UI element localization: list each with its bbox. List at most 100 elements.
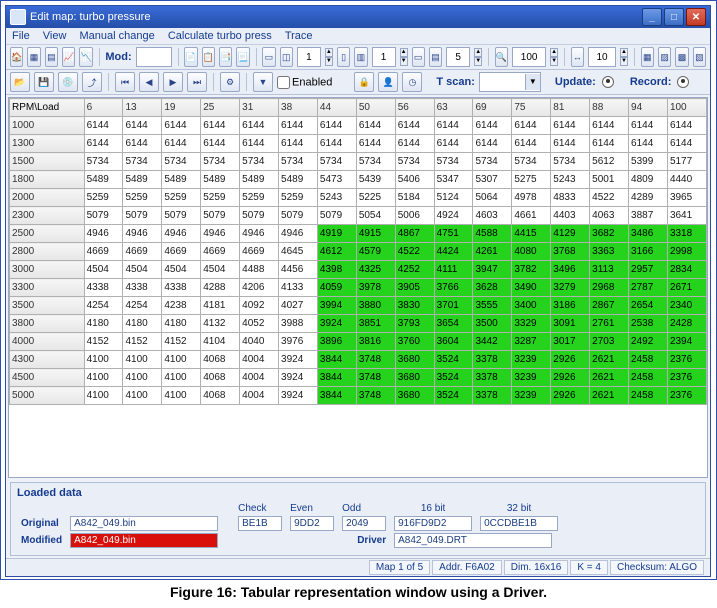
row-header[interactable]: 2300 (10, 207, 85, 225)
table-cell[interactable]: 2621 (590, 369, 629, 387)
table-cell[interactable]: 6144 (123, 135, 162, 153)
tool-clock-icon[interactable]: ◷ (402, 72, 422, 92)
table-cell[interactable]: 4052 (240, 315, 279, 333)
table-cell[interactable]: 5054 (356, 207, 395, 225)
table-cell[interactable]: 5064 (473, 189, 512, 207)
table-cell[interactable]: 6144 (84, 135, 123, 153)
table-cell[interactable]: 4603 (473, 207, 512, 225)
table-cell[interactable]: 4946 (84, 225, 123, 243)
table-cell[interactable]: 2926 (551, 369, 590, 387)
table-cell[interactable]: 4129 (551, 225, 590, 243)
table-cell[interactable]: 3496 (551, 261, 590, 279)
table-cell[interactable]: 4946 (162, 225, 201, 243)
table-cell[interactable]: 5259 (240, 189, 279, 207)
table-cell[interactable]: 3186 (551, 297, 590, 315)
table-cell[interactable]: 6144 (667, 135, 706, 153)
tool-view1-icon[interactable]: ▦ (641, 47, 654, 67)
table-cell[interactable]: 4040 (240, 333, 279, 351)
table-cell[interactable]: 6144 (629, 117, 668, 135)
table-cell[interactable]: 4338 (84, 279, 123, 297)
table-cell[interactable]: 4100 (84, 387, 123, 405)
tool-export-icon[interactable]: ⤴ (82, 72, 102, 92)
col-header[interactable]: 81 (551, 99, 590, 117)
table-cell[interactable]: 4004 (240, 369, 279, 387)
table-cell[interactable]: 6144 (395, 135, 434, 153)
table-cell[interactable]: 2376 (667, 387, 706, 405)
table-cell[interactable]: 5243 (317, 189, 356, 207)
table-cell[interactable]: 4504 (162, 261, 201, 279)
table-cell[interactable]: 4867 (395, 225, 434, 243)
table-cell[interactable]: 3947 (473, 261, 512, 279)
table-cell[interactable]: 5347 (434, 171, 473, 189)
tool-first-icon[interactable]: ⏮ (115, 72, 135, 92)
table-cell[interactable]: 3329 (512, 315, 551, 333)
spin1-input[interactable] (297, 47, 321, 67)
table-cell[interactable]: 4915 (356, 225, 395, 243)
table-cell[interactable]: 4068 (201, 387, 240, 405)
table-cell[interactable]: 3816 (356, 333, 395, 351)
table-cell[interactable]: 6144 (512, 135, 551, 153)
table-cell[interactable]: 5006 (395, 207, 434, 225)
table-cell[interactable]: 3905 (395, 279, 434, 297)
tool-save2-icon[interactable]: 💿 (58, 72, 78, 92)
menu-view[interactable]: View (43, 30, 67, 42)
table-cell[interactable]: 6144 (434, 135, 473, 153)
table-cell[interactable]: 4415 (512, 225, 551, 243)
table-cell[interactable]: 4488 (240, 261, 279, 279)
table-cell[interactable]: 5489 (240, 171, 279, 189)
table-cell[interactable]: 4588 (473, 225, 512, 243)
table-cell[interactable]: 3628 (473, 279, 512, 297)
menu-file[interactable]: File (12, 30, 30, 42)
table-cell[interactable]: 3844 (317, 351, 356, 369)
table-cell[interactable]: 5734 (162, 153, 201, 171)
table-cell[interactable]: 2458 (629, 351, 668, 369)
table-cell[interactable]: 5612 (590, 153, 629, 171)
table-cell[interactable]: 5259 (84, 189, 123, 207)
table-cell[interactable]: 5259 (123, 189, 162, 207)
row-header[interactable]: 2500 (10, 225, 85, 243)
table-cell[interactable]: 6144 (317, 135, 356, 153)
table-cell[interactable]: 4132 (201, 315, 240, 333)
table-cell[interactable]: 4100 (123, 387, 162, 405)
table-cell[interactable]: 5124 (434, 189, 473, 207)
table-cell[interactable]: 4152 (84, 333, 123, 351)
table-cell[interactable]: 6144 (473, 135, 512, 153)
table-cell[interactable]: 4100 (84, 351, 123, 369)
table-cell[interactable]: 3793 (395, 315, 434, 333)
tool-next-icon[interactable]: ▶ (163, 72, 183, 92)
table-cell[interactable]: 2621 (590, 387, 629, 405)
tool-prev-icon[interactable]: ◀ (139, 72, 159, 92)
table-cell[interactable]: 5734 (395, 153, 434, 171)
table-cell[interactable]: 5079 (84, 207, 123, 225)
table-cell[interactable]: 6144 (240, 135, 279, 153)
table-cell[interactable]: 3641 (667, 207, 706, 225)
table-cell[interactable]: 3378 (473, 369, 512, 387)
table-cell[interactable]: 5489 (201, 171, 240, 189)
table-cell[interactable]: 4403 (551, 207, 590, 225)
tool-doc1-icon[interactable]: 📄 (184, 47, 197, 67)
table-cell[interactable]: 5079 (240, 207, 279, 225)
tool-user-icon[interactable]: 👤 (378, 72, 398, 92)
table-cell[interactable]: 5734 (240, 153, 279, 171)
table-cell[interactable]: 5399 (629, 153, 668, 171)
table-cell[interactable]: 5001 (590, 171, 629, 189)
table-cell[interactable]: 3091 (551, 315, 590, 333)
table-cell[interactable]: 6144 (162, 117, 201, 135)
table-cell[interactable]: 4100 (162, 351, 201, 369)
table-cell[interactable]: 5079 (279, 207, 318, 225)
table-cell[interactable]: 6144 (84, 117, 123, 135)
table-cell[interactable]: 4068 (201, 369, 240, 387)
tool-layout1-icon[interactable]: ▭ (262, 47, 275, 67)
table-cell[interactable]: 4152 (123, 333, 162, 351)
table-cell[interactable]: 5734 (512, 153, 551, 171)
col-header[interactable]: 94 (629, 99, 668, 117)
col-header[interactable]: 31 (240, 99, 279, 117)
maximize-button[interactable]: □ (664, 8, 684, 26)
tool-grid2-icon[interactable]: ▤ (45, 47, 58, 67)
table-cell[interactable]: 4254 (84, 297, 123, 315)
table-cell[interactable]: 4068 (201, 351, 240, 369)
table-cell[interactable]: 5734 (473, 153, 512, 171)
row-header[interactable]: 4500 (10, 369, 85, 387)
table-cell[interactable]: 3239 (512, 351, 551, 369)
table-cell[interactable]: 4456 (279, 261, 318, 279)
